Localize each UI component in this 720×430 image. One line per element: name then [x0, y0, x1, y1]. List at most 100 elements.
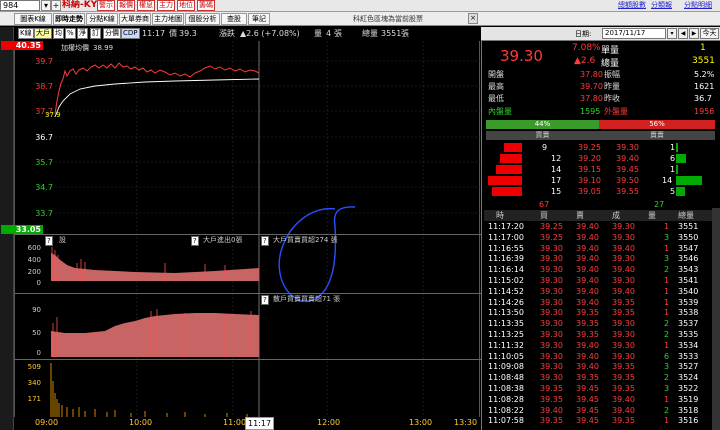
- link-broker-detail[interactable]: 分點明細: [684, 0, 712, 11]
- axis-max: 40.35: [1, 41, 43, 50]
- tick-total: 3518: [678, 405, 699, 415]
- link-category[interactable]: 分類報: [651, 0, 672, 11]
- tick-row[interactable]: 11:13:25 39.30 39.35 39.30 2 3535: [484, 329, 718, 340]
- help-icon-retail[interactable]: ?: [261, 295, 269, 305]
- tick-row[interactable]: 11:16:55 39.30 39.40 39.40 1 3547: [484, 243, 718, 254]
- tab-kline[interactable]: 圖表K線: [14, 13, 52, 25]
- orderbook-row[interactable]: 15 39.05 39.55 5: [484, 186, 718, 197]
- chip-net[interactable]: 淨: [77, 28, 88, 39]
- tick-ask: 39.45: [576, 416, 599, 426]
- tick-time: 11:07:58: [488, 416, 524, 426]
- help-icon-big-player-net[interactable]: ?: [261, 236, 269, 246]
- tick-ask: 39.45: [576, 384, 599, 393]
- time-label-1000: 10:00: [129, 418, 153, 427]
- tab-lookup[interactable]: 查股: [221, 13, 247, 25]
- orderbook-row[interactable]: 17 39.10 39.50 14: [484, 175, 718, 186]
- today-button[interactable]: 今天: [700, 28, 719, 39]
- stock-code-input[interactable]: 984: [0, 0, 40, 11]
- retail-net-label: 散戶買賣買賣超71 張: [273, 295, 341, 303]
- tab-realtime[interactable]: 即時走勢: [53, 13, 85, 25]
- tick-row[interactable]: 11:09:08 39.30 39.40 39.35 3 3527: [484, 361, 718, 372]
- big-player-net-label: 大戶買賣買超274 張: [273, 236, 338, 244]
- quote-button[interactable]: 報價: [117, 0, 135, 11]
- tick-ask: 39.40: [576, 297, 599, 307]
- big-price: 39.30: [500, 47, 543, 65]
- orderbook-row[interactable]: 14 39.15 39.45 1: [484, 164, 718, 175]
- close-icon[interactable]: ×: [468, 13, 478, 24]
- chip-average[interactable]: 均: [53, 28, 64, 39]
- help-icon-big-player[interactable]: ?: [191, 236, 199, 246]
- total-volume-unit: 張: [401, 29, 409, 38]
- date-dropdown-icon[interactable]: ▾: [667, 28, 677, 39]
- orderbook-row[interactable]: 9 39.25 39.30 1: [484, 142, 718, 153]
- tick-row[interactable]: 11:14:26 39.30 39.40 39.35 1 3539: [484, 297, 718, 308]
- chip-price-dist[interactable]: 分價: [103, 28, 121, 39]
- tick-scrollbar[interactable]: [712, 208, 720, 430]
- tab-stock-analysis[interactable]: 個股分析: [185, 13, 220, 25]
- tab-major-map[interactable]: 主力地圖: [152, 13, 184, 25]
- tab-notes[interactable]: 筆記: [248, 13, 270, 25]
- tick-bid: 39.35: [540, 384, 563, 393]
- add-stock-button[interactable]: +: [51, 0, 61, 11]
- prev-day-icon[interactable]: ◀: [678, 28, 688, 39]
- tick-row[interactable]: 11:16:14 39.30 39.40 39.40 2 3543: [484, 264, 718, 275]
- tick-bid: 39.30: [540, 340, 563, 350]
- tick-row[interactable]: 11:17:20 39.25 39.40 39.30 1 3551: [484, 221, 718, 232]
- high-label: 最高: [488, 82, 504, 91]
- tick-row[interactable]: 11:17:00 39.25 39.40 39.30 3 3550: [484, 232, 718, 243]
- total-volume-value: 3551: [381, 29, 402, 38]
- tick-row[interactable]: 11:11:32 39.30 39.40 39.30 1 3534: [484, 340, 718, 351]
- tick-row[interactable]: 11:15:02 39.30 39.40 39.30 1 3541: [484, 275, 718, 286]
- tick-bid: 39.30: [540, 373, 563, 383]
- tick-time: 11:14:52: [488, 286, 524, 296]
- tick-row[interactable]: 11:13:35 39.30 39.35 39.30 2 3537: [484, 318, 718, 329]
- tick-row[interactable]: 11:08:38 39.35 39.45 39.35 3 3522: [484, 383, 718, 394]
- date-input[interactable]: 2017/11/17: [602, 28, 666, 39]
- link-total-shares[interactable]: 總額股數: [618, 0, 646, 11]
- tick-qty: 1: [664, 394, 670, 404]
- tick-row[interactable]: 11:16:39 39.30 39.40 39.30 3 3546: [484, 253, 718, 264]
- settings-label[interactable]: 設: [59, 236, 66, 245]
- code-dropdown-button[interactable]: ▾: [41, 0, 51, 11]
- tick-total: 3519: [678, 394, 699, 404]
- tick-ask: 39.40: [576, 232, 599, 242]
- chip-big-player[interactable]: 大戶: [34, 28, 52, 39]
- average-price-line: [54, 78, 260, 118]
- tick-row[interactable]: 11:07:58 39.35 39.45 39.35 1 3516: [484, 415, 718, 426]
- tab-minute-kline[interactable]: 分點K線: [86, 13, 118, 25]
- chip-kline[interactable]: K線: [18, 28, 34, 39]
- panel4-axis-171: 171: [27, 395, 41, 403]
- tick-row[interactable]: 11:13:50 39.30 39.35 39.35 1 3538: [484, 307, 718, 318]
- volume-bars: [50, 363, 248, 417]
- tick-bid: 39.30: [540, 265, 563, 275]
- quote-row: 最低 37.80 昨收 36.7: [484, 94, 718, 104]
- tick-row[interactable]: 11:10:05 39.30 39.40 39.30 6 3533: [484, 351, 718, 362]
- major-button[interactable]: 主力: [157, 0, 175, 11]
- tick-row[interactable]: 11:08:48 39.30 39.35 39.35 2 3524: [484, 372, 718, 383]
- position-button[interactable]: 地位: [177, 0, 195, 11]
- tick-time: 11:15:02: [488, 276, 524, 285]
- chip-percent[interactable]: %: [65, 28, 76, 39]
- tick-row[interactable]: 11:08:22 39.40 39.45 39.40 2 3518: [484, 405, 718, 416]
- alert-button[interactable]: 警示: [97, 0, 115, 11]
- orderbook-row[interactable]: 12 39.20 39.40 6: [484, 153, 718, 164]
- chips-button[interactable]: 籌碼: [197, 0, 215, 11]
- tab-big-orders[interactable]: 大單券商: [119, 13, 151, 25]
- tick-bid: 39.30: [540, 276, 563, 285]
- tick-time: 11:11:32: [488, 340, 524, 350]
- open-value: 37.80: [580, 70, 603, 79]
- tick-qty: 3: [664, 232, 670, 242]
- tick-bid: 39.30: [540, 254, 563, 264]
- chip-cdp[interactable]: CDP: [121, 28, 140, 39]
- chip-order[interactable]: 訂: [90, 28, 101, 39]
- panel2-axis-0: 0: [36, 279, 41, 287]
- dividend-button[interactable]: 權息: [137, 0, 155, 11]
- tick-ask: 39.40: [576, 351, 599, 361]
- next-day-icon[interactable]: ▶: [689, 28, 699, 39]
- chart-canvas: [43, 41, 481, 417]
- tick-row[interactable]: 11:14:52 39.30 39.40 39.40 1 3540: [484, 286, 718, 297]
- intraday-chart[interactable]: 40.35 39.7 38.7 37.7 36.7 35.7 34.7 33.7…: [1, 41, 481, 417]
- prev-close-value: 36.7: [694, 94, 712, 103]
- tick-row[interactable]: 11:08:28 39.35 39.45 39.40 1 3519: [484, 394, 718, 405]
- help-icon[interactable]: ?: [45, 236, 53, 246]
